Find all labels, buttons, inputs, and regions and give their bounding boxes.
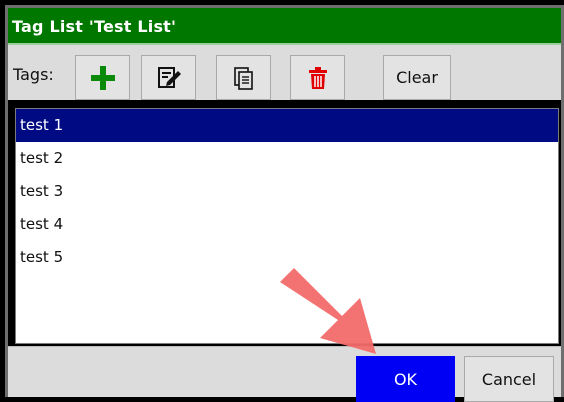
clear-button[interactable]: Clear xyxy=(383,55,451,100)
dialog-title: Tag List 'Test List' xyxy=(12,17,177,36)
tag-list[interactable]: test 1 test 2 test 3 test 4 test 5 xyxy=(15,108,559,344)
copy-icon xyxy=(233,66,253,90)
copy-tag-button[interactable] xyxy=(216,55,271,100)
edit-icon xyxy=(157,66,181,88)
tags-label: Tags: xyxy=(13,65,54,84)
title-bar: Tag List 'Test List' xyxy=(8,8,561,45)
button-bar: OK Cancel xyxy=(8,346,561,402)
trash-icon xyxy=(308,66,327,89)
ok-button[interactable]: OK xyxy=(356,356,455,402)
cancel-button[interactable]: Cancel xyxy=(464,356,554,402)
tag-list-dialog: Tag List 'Test List' Tags: Clear test 1 … xyxy=(5,5,564,402)
add-tag-button[interactable] xyxy=(75,55,130,100)
list-item[interactable]: test 3 xyxy=(16,175,558,208)
list-item[interactable]: test 4 xyxy=(16,208,558,241)
list-item[interactable]: test 5 xyxy=(16,241,558,274)
toolbar: Tags: Clear xyxy=(8,45,561,100)
edit-tag-button[interactable] xyxy=(141,55,196,100)
list-item[interactable]: test 1 xyxy=(16,109,558,142)
delete-tag-button[interactable] xyxy=(290,55,345,100)
list-item[interactable]: test 2 xyxy=(16,142,558,175)
plus-icon xyxy=(90,65,115,90)
window-frame: Tag List 'Test List' Tags: Clear test 1 … xyxy=(0,0,564,402)
